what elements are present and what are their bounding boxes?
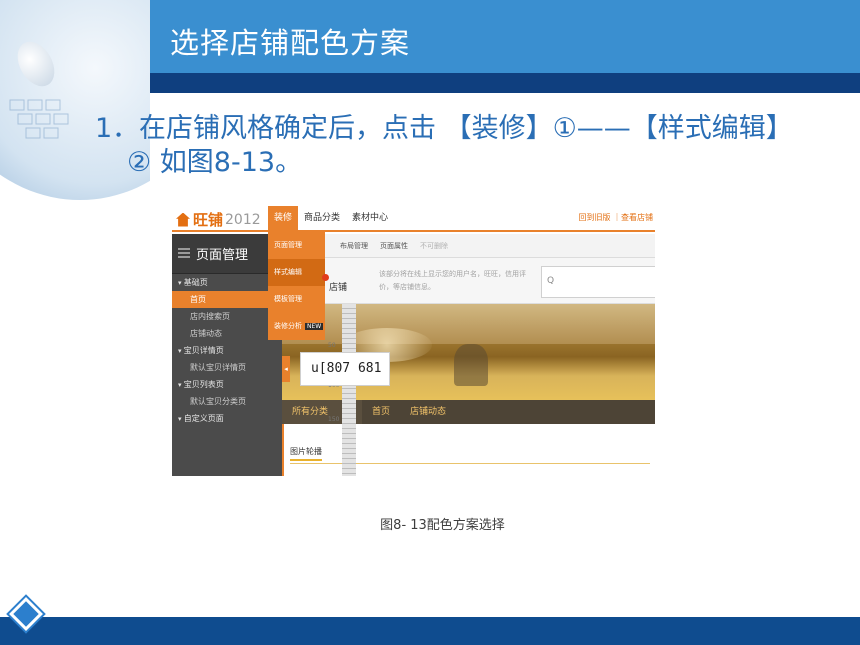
cat-home[interactable]: 首页 bbox=[362, 400, 400, 424]
sidebar-item-dynamics[interactable]: 店铺动态 bbox=[172, 325, 282, 342]
tab-page-props[interactable]: 页面属性 bbox=[374, 234, 414, 257]
content-area: 图片轮播 bbox=[282, 424, 655, 476]
point-text: 在店铺风格确定后，点击 【装修】①——【样式编辑】② 如图8-13。 bbox=[127, 113, 793, 178]
nav-product-category[interactable]: 商品分类 bbox=[298, 206, 346, 230]
decorate-dropdown: 页面管理 样式编辑 模板管理 装修分析 NEW bbox=[268, 232, 325, 340]
top-nav: 装修 商品分类 素材中心 bbox=[268, 206, 394, 230]
shop-topbar: 旺铺 2012 装修 商品分类 素材中心 回到旧版 ｜查看店铺 bbox=[172, 206, 655, 232]
sidebar-group-basic[interactable]: 基础页 bbox=[172, 274, 282, 291]
carousel-module-label[interactable]: 图片轮播 bbox=[290, 446, 322, 461]
sidebar-group-list[interactable]: 宝贝列表页 bbox=[172, 376, 282, 393]
menu-item-template-manage[interactable]: 模板管理 bbox=[268, 286, 325, 313]
wangpu-logo: 旺铺 2012 bbox=[176, 209, 261, 230]
point-number: 1． bbox=[95, 113, 140, 144]
nav-decorate[interactable]: 装修 bbox=[268, 206, 299, 230]
click-marker bbox=[322, 274, 329, 281]
grid-icon bbox=[178, 247, 190, 260]
sidebar-item-home[interactable]: 首页 bbox=[172, 291, 282, 308]
slide-title: 选择店铺配色方案 bbox=[170, 26, 411, 60]
nav-material-center[interactable]: 素材中心 bbox=[346, 206, 394, 230]
tab-layout[interactable]: 布局管理 bbox=[334, 234, 374, 257]
page-sidebar: 页面管理 基础页 首页 店内搜索页 店铺动态 宝贝详情页 默认宝贝详情页 宝贝列… bbox=[172, 234, 282, 476]
store-search-input[interactable]: Q bbox=[541, 266, 655, 298]
menu-item-decorate-analysis[interactable]: 装修分析 NEW bbox=[268, 313, 325, 340]
store-note: 该部分将在线上显示您的用户名，旺旺，信用评价，等店铺信息。 bbox=[379, 270, 526, 291]
coordinate-tooltip: u[807 681 bbox=[300, 352, 390, 386]
page-subtabs: 布局管理 页面属性 不可删除 bbox=[282, 234, 655, 258]
footer-band bbox=[0, 617, 860, 645]
house-icon bbox=[176, 212, 190, 227]
sidebar-item-default-detail[interactable]: 默认宝贝详情页 bbox=[172, 359, 282, 376]
vertical-ruler bbox=[342, 304, 356, 476]
menu-item-page-manage[interactable]: 页面管理 bbox=[268, 232, 325, 259]
new-badge: NEW bbox=[305, 323, 324, 330]
store-info-panel: 店铺 该部分将在线上显示您的用户名，旺旺，信用评价，等店铺信息。 Q bbox=[325, 258, 655, 304]
search-icon: Q bbox=[547, 276, 555, 286]
store-name: 店铺 bbox=[329, 283, 348, 293]
expand-arrow-icon[interactable]: ◂ bbox=[282, 356, 290, 382]
cat-dynamics[interactable]: 店铺动态 bbox=[400, 400, 456, 424]
top-links[interactable]: 回到旧版 ｜查看店铺 bbox=[578, 206, 653, 230]
sidebar-header: 页面管理 bbox=[172, 234, 282, 274]
menu-item-style-edit[interactable]: 样式编辑 bbox=[268, 259, 325, 286]
horse-rider-figure bbox=[454, 344, 488, 386]
sidebar-item-default-category[interactable]: 默认宝贝分类页 bbox=[172, 393, 282, 410]
ruler-label: 150 bbox=[328, 416, 340, 423]
figure-caption: 图8- 13配色方案选择 bbox=[380, 518, 505, 533]
sidebar-item-search[interactable]: 店内搜索页 bbox=[172, 308, 282, 325]
instruction-point: 1． 在店铺风格确定后，点击 【装修】①——【样式编辑】② 如图8-13。 bbox=[95, 112, 815, 180]
sidebar-group-custom[interactable]: 自定义页面 bbox=[172, 410, 282, 427]
sidebar-group-detail[interactable]: 宝贝详情页 bbox=[172, 342, 282, 359]
ruler-label: 50 bbox=[328, 342, 336, 349]
embedded-screenshot: 旺铺 2012 装修 商品分类 素材中心 回到旧版 ｜查看店铺 页面管理 基础页… bbox=[172, 206, 655, 476]
tab-undeletable: 不可删除 bbox=[420, 242, 448, 250]
